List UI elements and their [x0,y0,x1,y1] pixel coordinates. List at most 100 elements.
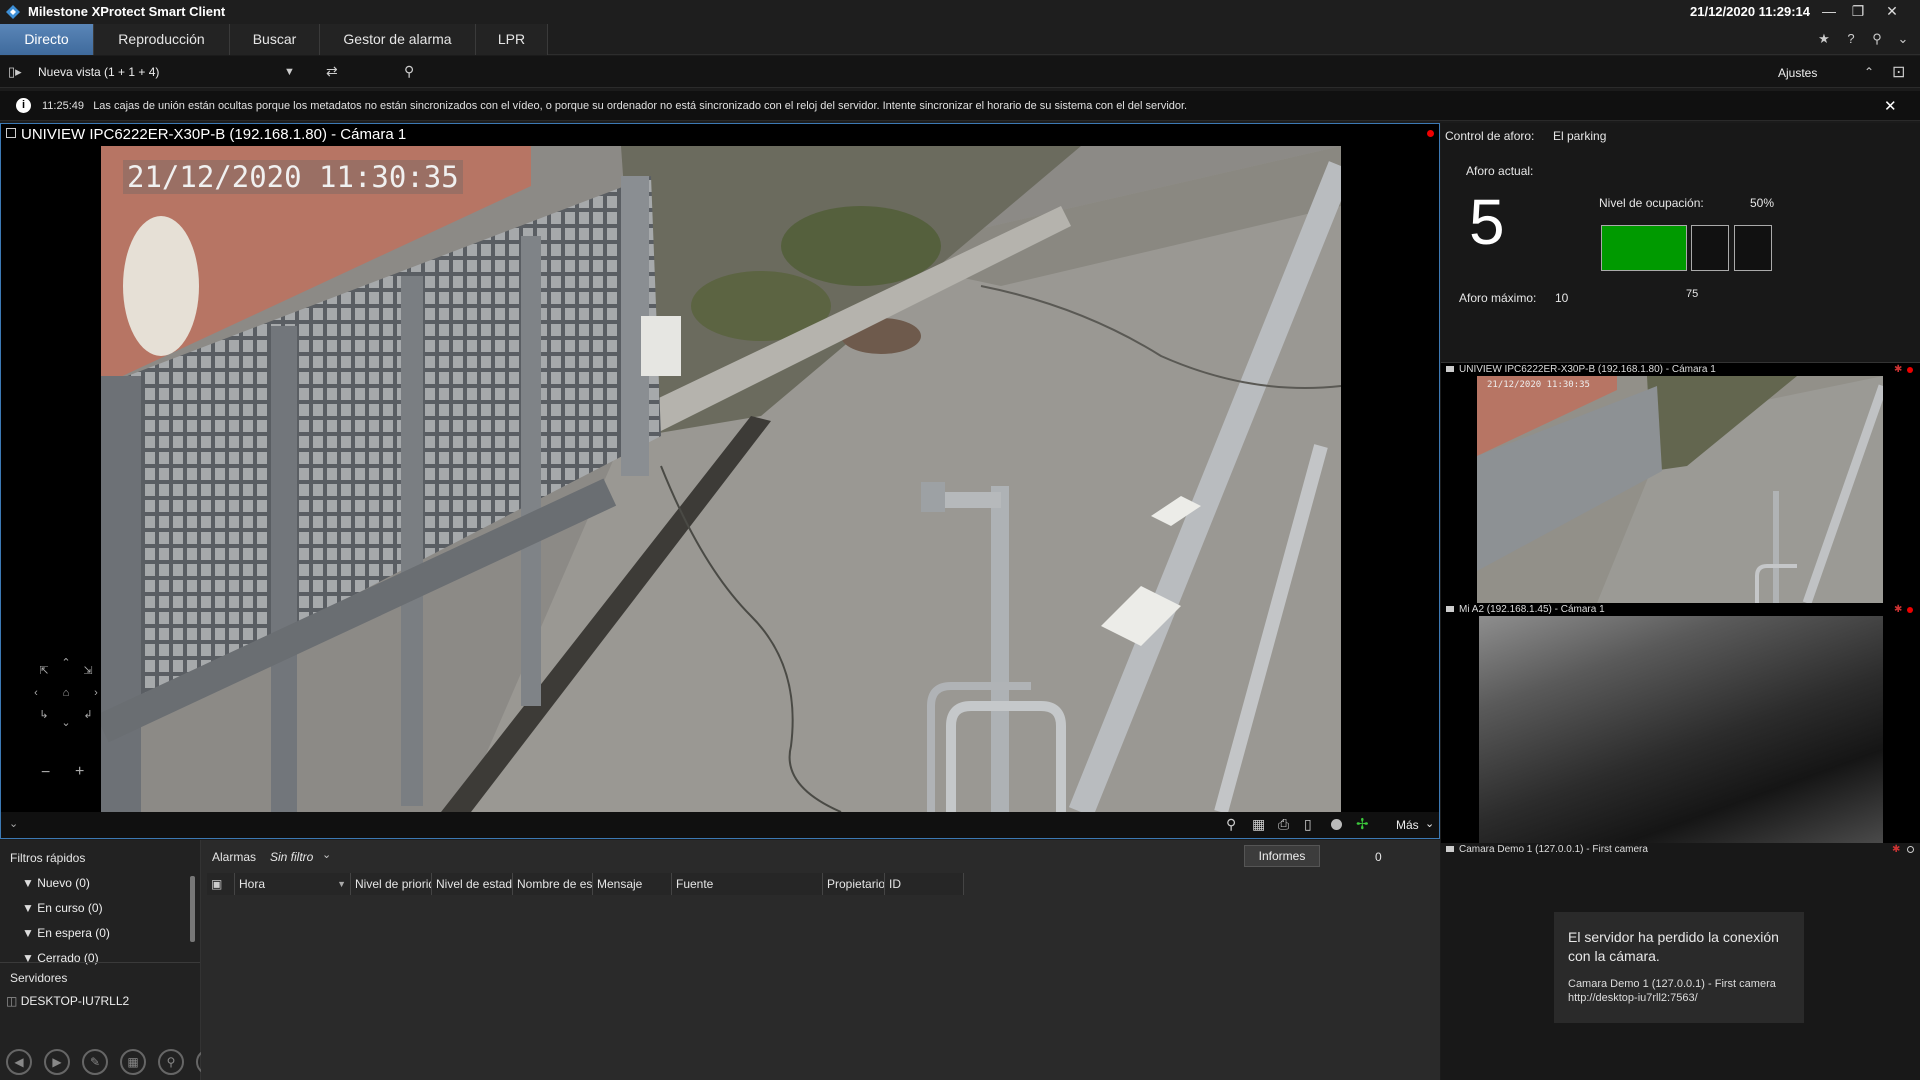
quick-filters-title: Filtros rápidos [10,851,86,865]
panel-toggle-icon[interactable]: ▯▸ [8,64,28,80]
camera-osd-timestamp: 21/12/2020 11:30:35 [123,160,463,194]
column-mensaje[interactable]: Mensaje [593,873,672,895]
alarms-title: Alarmas [212,850,257,864]
next-icon[interactable]: ▶ [44,1049,70,1075]
clipboard-icon[interactable]: ▯ [1304,816,1312,833]
view-bar: ▯▸ Nueva vista (1 + 1 + 4) ▼ ⇄ ⚲ Ajustes… [0,56,1920,88]
side-camera-3[interactable]: Camara Demo 1 (127.0.0.1) - First camera… [1441,843,1920,1080]
camera-pane-icon [6,128,16,138]
alarms-table-body [207,896,1440,1080]
zoom-out-icon[interactable]: − [41,764,50,782]
server-icon: ◫ [6,994,18,1008]
filter-item-nuevo[interactable]: ▼ Nuevo (0) [22,876,90,890]
ptz-up-right-icon[interactable]: ⇲ [81,664,95,678]
search-icon[interactable]: ⚲ [158,1049,184,1075]
side-camera-2-feed [1479,616,1883,843]
filter-icon: ▼ [22,876,38,890]
help-icon[interactable]: ? [1842,30,1860,48]
alarm-filter-select[interactable]: Sin filtro [270,850,313,864]
record-icon[interactable] [1331,819,1342,830]
camera-icon [1446,846,1454,852]
column-nivel-prioridad[interactable]: Nivel de priorid [351,873,432,895]
fullscreen-icon[interactable]: ⊡ [1892,62,1905,82]
column-hora[interactable]: Hora ▼ [235,873,351,895]
column-id[interactable]: ID [885,873,964,895]
close-notification-icon[interactable]: ✕ [1884,97,1897,115]
connection-lost-text: El servidor ha perdido la conexión con l… [1568,929,1779,964]
chevron-down-icon[interactable]: ⌄ [9,817,18,830]
chevron-down-icon[interactable]: ⌄ [322,848,331,861]
connection-icon[interactable]: ★ [1815,30,1833,48]
ptz-controls: ⇱ ⌃ ⇲ ‹ ⌂ › ↳ ⌄ ↲ [29,654,109,734]
occupancy-control-label: Control de aforo: [1445,129,1535,143]
notification-text: 11:25:49 Las cajas de unión están oculta… [42,100,1188,112]
recording-indicator-icon [1907,607,1913,613]
recording-off-icon [1907,846,1914,853]
ptz-down-icon[interactable]: ⌄ [59,716,73,730]
ptz-down-right-icon[interactable]: ↲ [81,708,95,722]
motion-icon: ✱ [1894,364,1903,375]
search-camera-icon[interactable]: ⚲ [1226,816,1236,833]
more-button[interactable]: Más [1396,818,1419,832]
filter-item-en-curso[interactable]: ▼ En curso (0) [22,901,103,915]
main-camera-pane[interactable]: UNIVIEW IPC6222ER-X30P-B (192.168.1.80) … [0,123,1440,839]
side-camera-3-title: Camara Demo 1 (127.0.0.1) - First camera [1459,844,1648,855]
layout-icon[interactable]: ▦ [120,1049,146,1075]
filter-item-en-espera[interactable]: ▼ En espera (0) [22,926,110,940]
main-camera-video[interactable]: 21/12/2020 11:30:35 [101,146,1341,812]
ptz-down-left-icon[interactable]: ↳ [37,708,51,722]
restore-icon[interactable]: ❐ [1846,1,1870,21]
collapse-icon[interactable]: ⌃ [1864,65,1874,79]
quick-filters-panel: Filtros rápidos ▼ Nuevo (0) ▼ En curso (… [0,840,201,1080]
side-camera-1-osd: 21/12/2020 11:30:35 [1487,380,1590,390]
edit-icon[interactable]: ✎ [82,1049,108,1075]
camera-icon [1446,606,1454,612]
tab-directo[interactable]: Directo [0,24,94,55]
minimize-icon[interactable]: — [1817,1,1841,21]
ptz-right-icon[interactable]: › [89,686,103,700]
settings-button[interactable]: Ajustes [1778,66,1817,80]
servers-title: Servidores [10,971,68,985]
occupancy-level-marker: 75 [1686,288,1699,300]
chevron-down-icon[interactable]: ▼ [284,66,295,78]
side-camera-2[interactable]: Mi A2 (192.168.1.45) - Cámara 1 ✱ [1441,603,1920,843]
zoom-in-icon[interactable]: + [75,763,84,781]
print-icon[interactable]: ⎙ [1278,816,1289,833]
main-camera-title: UNIVIEW IPC6222ER-X30P-B (192.168.1.80) … [21,126,407,143]
ptz-left-icon[interactable]: ‹ [29,686,43,700]
tab-gestor-alarma[interactable]: Gestor de alarma [320,24,476,55]
save-icon[interactable]: ▦ [1252,816,1265,833]
close-window-icon[interactable]: ✕ [1880,1,1904,21]
tab-lpr[interactable]: LPR [476,24,548,55]
column-propietario[interactable]: Propietario [823,873,885,895]
filters-scrollbar[interactable] [190,876,195,942]
alarm-count: 0 [1375,850,1382,864]
info-icon: i [16,98,31,113]
reports-button[interactable]: Informes [1244,845,1320,867]
camera-toolbar: ⌄ ⚲ ▦ ⎙ ▯ ✢ Más ⌄ [1,812,1439,838]
swap-camera-icon[interactable]: ⇄ [326,63,338,80]
search-view-icon[interactable]: ⚲ [404,63,414,80]
ptz-up-icon[interactable]: ⌃ [59,656,73,670]
column-fuente[interactable]: Fuente [672,873,823,895]
ptz-home-icon[interactable]: ⌂ [59,686,73,700]
tab-reproduccion[interactable]: Reproducción [94,24,230,55]
chevron-down-icon[interactable]: ⌄ [1894,30,1912,48]
status-icon[interactable]: ⚲ [1868,30,1886,48]
image-icon: ▣ [211,877,223,891]
right-panel: Control de aforo: El parking Aforo actua… [1441,123,1920,1080]
previous-icon[interactable]: ◀ [6,1049,32,1075]
tab-buscar[interactable]: Buscar [230,24,320,55]
chevron-down-icon[interactable]: ⌄ [1425,817,1434,830]
side-camera-1[interactable]: UNIVIEW IPC6222ER-X30P-B (192.168.1.80) … [1441,363,1920,603]
column-icon-header[interactable]: ▣ [207,873,235,895]
server-item[interactable]: ◫ DESKTOP-IU7RLL2 [6,994,129,1008]
connection-lost-camera: Camara Demo 1 (127.0.0.1) - First camera [1568,978,1776,990]
app-title: Milestone XProtect Smart Client [28,4,226,19]
column-nivel-estado[interactable]: Nivel de estado [432,873,513,895]
column-nombre-estado[interactable]: Nombre de est [513,873,593,895]
max-occupancy-value: 10 [1555,291,1569,305]
view-selector[interactable]: Nueva vista (1 + 1 + 4) [38,65,159,79]
ptz-up-left-icon[interactable]: ⇱ [37,664,51,678]
ptz-move-icon[interactable]: ✢ [1356,815,1369,833]
